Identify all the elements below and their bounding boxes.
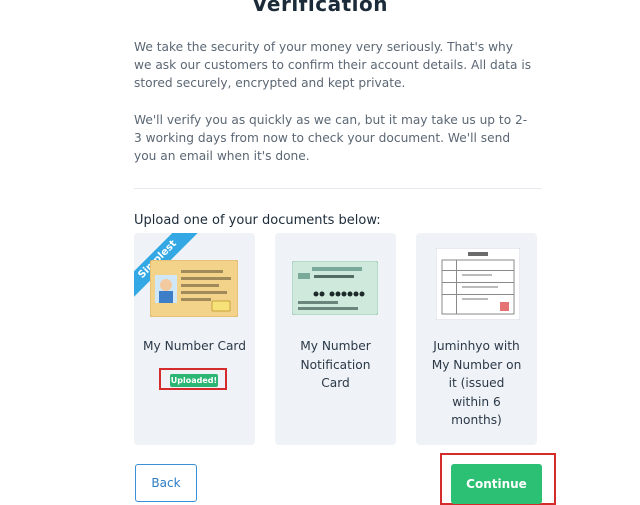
timing-text: We'll verify you as quickly as we can, b… (134, 113, 528, 163)
uploaded-badge: Uploaded! (170, 374, 218, 387)
back-button[interactable]: Back (135, 464, 197, 502)
continue-button[interactable]: Continue (451, 464, 542, 504)
notification-card-icon (292, 261, 378, 315)
id-card-icon (150, 260, 238, 317)
intro-text: We take the security of your money very … (134, 40, 532, 90)
document-label: My Number Card (143, 339, 246, 353)
document-label: My Number Notification Card (300, 339, 371, 390)
upload-label: Upload one of your documents below: (134, 213, 381, 228)
page-title: Verification (252, 0, 388, 16)
residence-certificate-icon (436, 248, 520, 320)
divider (134, 188, 542, 189)
document-label: Juminhyo with My Number on it (issued wi… (431, 339, 522, 427)
